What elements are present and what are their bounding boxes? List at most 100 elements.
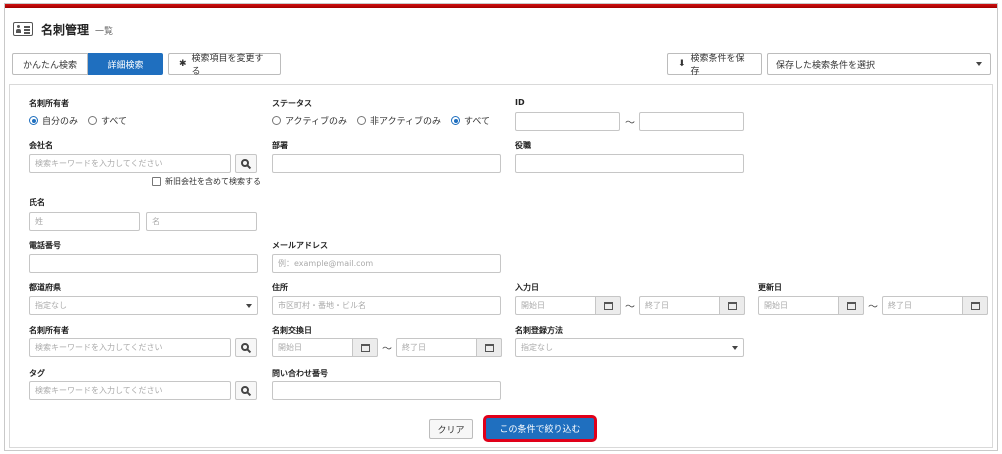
register-method-label: 名刺登録方法 — [515, 326, 563, 335]
position-label: 役職 — [515, 141, 531, 150]
owner-radio-group: 自分のみ すべて — [29, 114, 133, 127]
search-icon — [241, 385, 249, 394]
save-condition-label: 検索条件を保存 — [690, 54, 745, 77]
save-condition-button[interactable]: ⬇ 検索条件を保存 — [667, 53, 762, 77]
toolbar-save: ⬇ 検索条件を保存 — [667, 53, 762, 77]
main-window: 名刺管理 一覧 かんたん検索 詳細検索 ✱ 検索項目を変更する ⬇ 検索条件を保… — [4, 3, 998, 451]
change-fields-button[interactable]: ✱ 検索項目を変更する — [168, 53, 281, 77]
status-radio-group: アクティブのみ 非アクティブのみ すべて — [272, 114, 496, 127]
page-subtitle: 一覧 — [95, 26, 114, 37]
prefecture-select-value: 指定なし — [35, 301, 67, 310]
update-date-label: 更新日 — [758, 283, 782, 292]
status-option-active-label: アクティブのみ — [285, 117, 348, 127]
calendar-button[interactable] — [595, 296, 621, 315]
inquiry-no-label: 問い合わせ番号 — [272, 369, 328, 378]
saved-condition-select-value: 保存した検索条件を選択 — [776, 60, 876, 71]
calendar-button[interactable] — [719, 296, 745, 315]
status-label: ステータス — [272, 99, 312, 108]
company-search-button[interactable] — [235, 154, 257, 173]
update-date-end[interactable]: 終了日 — [882, 296, 988, 315]
tag-search-button[interactable] — [235, 381, 257, 400]
register-method-select[interactable]: 指定なし — [515, 338, 744, 357]
gear-icon: ✱ — [179, 59, 187, 69]
exchange-date-start-placeholder: 開始日 — [278, 343, 302, 352]
address-placeholder: 市区町村・番地・ビル名 — [278, 301, 366, 310]
change-fields-label: 検索項目を変更する — [191, 54, 264, 77]
owner-label: 名刺所有者 — [29, 99, 69, 108]
apply-filter-button[interactable]: この条件で絞り込む — [483, 415, 597, 442]
input-date-end-placeholder: 終了日 — [645, 301, 669, 310]
id-range-tilde: 〜 — [625, 118, 635, 129]
last-name-input[interactable]: 姓 — [29, 212, 140, 231]
clear-button[interactable]: クリア — [429, 419, 473, 439]
first-name-input[interactable]: 名 — [146, 212, 257, 231]
exchange-date-label: 名刺交換日 — [272, 326, 312, 335]
update-date-end-placeholder: 終了日 — [888, 301, 912, 310]
company-label: 会社名 — [29, 141, 53, 150]
update-date-start[interactable]: 開始日 — [758, 296, 864, 315]
exchange-date-start[interactable]: 開始日 — [272, 338, 378, 357]
inquiry-no-input[interactable] — [272, 381, 501, 400]
calendar-icon — [603, 301, 613, 310]
phone-input[interactable] — [29, 254, 258, 273]
email-label: メールアドレス — [272, 241, 328, 250]
tag-input[interactable]: 検索キーワードを入力してください — [29, 381, 231, 400]
business-card-icon — [13, 22, 33, 36]
radio-icon — [272, 116, 281, 125]
status-option-active[interactable]: アクティブのみ — [272, 114, 347, 127]
name-label: 氏名 — [29, 198, 45, 207]
tab-simple-search[interactable]: かんたん検索 — [12, 53, 88, 75]
exchange-date-tilde: 〜 — [382, 344, 392, 355]
include-old-company-checkbox[interactable]: 新旧会社を含めて検索する — [152, 176, 261, 187]
owner-option-all[interactable]: すべて — [88, 114, 127, 127]
search-form-panel: 名刺所有者 自分のみ すべて ステータス アクティブのみ 非アクティブのみ すべ… — [9, 84, 993, 448]
company-input-placeholder: 検索キーワードを入力してください — [35, 159, 163, 168]
status-option-inactive[interactable]: 非アクティブのみ — [357, 114, 441, 127]
input-date-end[interactable]: 終了日 — [639, 296, 745, 315]
card-owner-label: 名刺所有者 — [29, 326, 69, 335]
update-date-tilde: 〜 — [868, 302, 878, 313]
input-date-tilde: 〜 — [625, 302, 635, 313]
calendar-button[interactable] — [476, 338, 502, 357]
card-owner-input[interactable]: 検索キーワードを入力してください — [29, 338, 231, 357]
radio-icon — [357, 116, 367, 125]
exchange-date-end-placeholder: 終了日 — [402, 343, 426, 352]
calendar-button[interactable] — [352, 338, 378, 357]
input-date-start[interactable]: 開始日 — [515, 296, 621, 315]
page-title: 名刺管理 — [41, 22, 90, 37]
chevron-down-icon — [246, 303, 252, 308]
department-input[interactable] — [272, 154, 501, 173]
card-owner-placeholder: 検索キーワードを入力してください — [35, 343, 163, 352]
tab-detailed-search[interactable]: 詳細検索 — [88, 53, 163, 75]
prefecture-select[interactable]: 指定なし — [29, 296, 258, 315]
radio-selected-icon — [451, 116, 461, 125]
include-old-company-label: 新旧会社を含めて検索する — [165, 177, 261, 186]
id-to-input[interactable] — [639, 112, 744, 131]
download-icon: ⬇ — [678, 59, 686, 69]
first-name-placeholder: 名 — [152, 217, 160, 226]
radio-selected-icon — [29, 116, 38, 125]
owner-option-self-label: 自分のみ — [42, 117, 79, 127]
email-input[interactable]: 例：example@mail.com — [272, 254, 501, 273]
position-input[interactable] — [515, 154, 744, 173]
saved-condition-select[interactable]: 保存した検索条件を選択 — [767, 53, 991, 75]
phone-label: 電話番号 — [29, 241, 61, 250]
card-owner-search-button[interactable] — [235, 338, 257, 357]
calendar-icon — [846, 301, 856, 310]
top-accent-bar — [5, 4, 997, 8]
company-input[interactable]: 検索キーワードを入力してください — [29, 154, 231, 173]
calendar-button[interactable] — [962, 296, 988, 315]
status-option-all[interactable]: すべて — [451, 114, 490, 127]
owner-option-self[interactable]: 自分のみ — [29, 114, 78, 127]
page-header: 名刺管理 一覧 — [13, 18, 113, 40]
toolbar-change-fields: ✱ 検索項目を変更する — [168, 53, 281, 77]
last-name-placeholder: 姓 — [35, 217, 43, 226]
status-option-all-label: すべて — [464, 117, 491, 127]
calendar-button[interactable] — [838, 296, 864, 315]
address-input[interactable]: 市区町村・番地・ビル名 — [272, 296, 501, 315]
register-method-value: 指定なし — [521, 343, 553, 352]
id-from-input[interactable] — [515, 112, 620, 131]
search-icon — [241, 158, 249, 167]
search-icon — [241, 342, 249, 351]
exchange-date-end[interactable]: 終了日 — [396, 338, 502, 357]
